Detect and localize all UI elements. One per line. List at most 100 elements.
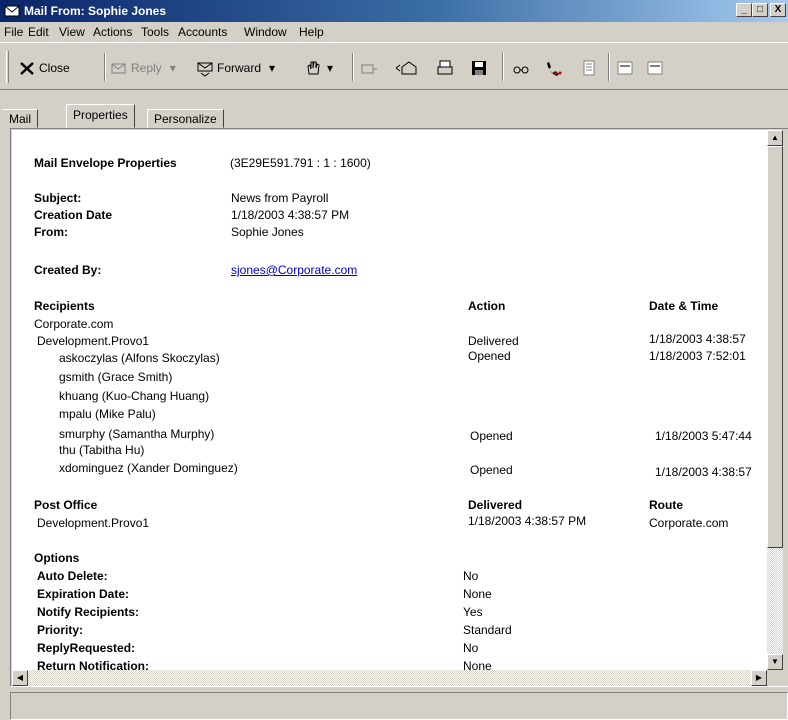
forward-dropdown-icon[interactable]: ▾ [269, 61, 275, 75]
find-button[interactable] [512, 57, 533, 79]
scroll-up-arrow-icon[interactable]: ▲ [767, 130, 783, 146]
route-header: Route [649, 498, 683, 512]
option-label: Priority: [37, 623, 84, 637]
vertical-scroll-thumb[interactable] [767, 146, 783, 548]
toolbar: Close Reply ▾ Forward ▾ ▾ [0, 42, 788, 90]
view-button-1[interactable] [616, 57, 637, 79]
recipient-name: xdominguez (Xander Dominguez) [59, 461, 238, 475]
created-by-label: Created By: [34, 263, 102, 277]
move-button[interactable] [360, 57, 381, 79]
view-button-2[interactable] [646, 57, 667, 79]
notes-button[interactable] [580, 57, 601, 79]
recipient-action: Opened [468, 349, 511, 363]
reply-dropdown-icon[interactable]: ▾ [170, 61, 176, 75]
recipient-name: thu (Tabitha Hu) [59, 443, 145, 457]
recipient-action: Delivered [468, 334, 519, 348]
route-value: Corporate.com [649, 516, 729, 530]
tab-properties[interactable]: Properties [66, 104, 135, 128]
toolbar-separator [608, 53, 610, 81]
minimize-button[interactable]: _ [736, 3, 752, 17]
recipient-action: Opened [470, 429, 513, 443]
menu-accounts[interactable]: Accounts [178, 25, 227, 39]
mail-app-icon [4, 5, 20, 17]
option-label: Expiration Date: [37, 587, 130, 601]
window-title: Mail From: Sophie Jones [24, 4, 167, 18]
recipients-header: Recipients [34, 299, 95, 313]
tab-mail[interactable]: Mail [2, 109, 39, 128]
option-label: Return Notification: [37, 659, 149, 670]
menu-file[interactable]: File [4, 25, 23, 39]
scroll-right-arrow-icon[interactable]: ▶ [751, 670, 767, 686]
print-button[interactable] [436, 57, 457, 79]
recipient-name: Development.Provo1 [37, 334, 150, 348]
creation-date-label: Creation Date [34, 208, 113, 222]
from-label: From: [34, 225, 68, 239]
recipient-name: mpalu (Mike Palu) [59, 407, 156, 421]
post-office-value: Development.Provo1 [37, 516, 150, 530]
vertical-scrollbar[interactable]: ▲ ▼ [767, 130, 783, 670]
phone-icon [547, 62, 562, 76]
options-heading: Options [34, 551, 80, 565]
window-icon [617, 61, 633, 75]
close-button[interactable]: Close [18, 57, 70, 79]
toolbar-separator [352, 53, 354, 81]
menu-tools[interactable]: Tools [141, 25, 169, 39]
open-envelope-icon [395, 61, 417, 75]
datetime-header: Date & Time [649, 299, 719, 313]
printer-icon [437, 60, 453, 75]
horizontal-scrollbar[interactable]: ◀ ▶ [12, 670, 767, 686]
option-label: Auto Delete: [37, 569, 108, 583]
properties-panel: Mail Envelope Properties (3E29E591.791 :… [10, 128, 788, 687]
scroll-left-arrow-icon[interactable]: ◀ [12, 670, 28, 686]
recipient-action: Opened [470, 463, 513, 477]
option-value: No [463, 641, 479, 655]
menu-bar: File Edit View Actions Tools Accounts Wi… [0, 22, 788, 42]
reply-button[interactable]: Reply ▾ [110, 57, 176, 79]
menu-window[interactable]: Window [244, 25, 287, 39]
status-bar [10, 692, 788, 720]
delivered-header: Delivered [468, 498, 523, 512]
option-value: None [463, 587, 492, 601]
subject-label: Subject: [34, 191, 82, 205]
save-button[interactable] [470, 57, 491, 79]
menu-actions[interactable]: Actions [93, 25, 132, 39]
notebook-icon [583, 60, 595, 76]
toolbar-grip[interactable] [6, 51, 9, 83]
close-window-button[interactable]: X [770, 3, 786, 17]
delivered-value: 1/18/2003 4:38:57 PM [468, 514, 587, 528]
created-by-email-link[interactable]: sjones@Corporate.com [231, 263, 357, 277]
scroll-down-arrow-icon[interactable]: ▼ [767, 654, 783, 670]
menu-edit[interactable]: Edit [28, 25, 49, 39]
recipient-datetime: 1/18/2003 4:38:57 [649, 332, 746, 346]
forward-icon [197, 62, 213, 77]
subject-value: News from Payroll [231, 191, 329, 205]
tab-strip: Mail Properties Personalize [0, 90, 788, 128]
recipient-name: Corporate.com [34, 317, 114, 331]
post-office-header: Post Office [34, 498, 98, 512]
recipient-datetime: 1/18/2003 7:52:01 [649, 349, 746, 363]
tab-personalize[interactable]: Personalize [147, 109, 224, 128]
option-label: Notify Recipients: [37, 605, 140, 619]
option-label: ReplyRequested: [37, 641, 136, 655]
address-book-button[interactable] [544, 57, 565, 79]
toolbar-separator [104, 53, 106, 81]
delete-dropdown-icon[interactable]: ▾ [327, 61, 333, 75]
forward-button-label: Forward [217, 61, 262, 75]
forward-button[interactable]: Forward ▾ [196, 57, 275, 79]
reply-button-label: Reply [131, 61, 162, 75]
close-button-label: Close [39, 61, 70, 75]
recipient-name: smurphy (Samantha Murphy) [59, 427, 215, 441]
option-value: Standard [463, 623, 512, 637]
recipient-name: askoczylas (Alfons Skoczylas) [59, 351, 220, 365]
maximize-button[interactable]: □ [752, 3, 768, 17]
previous-button[interactable] [394, 57, 423, 79]
recipient-datetime: 1/18/2003 5:47:44 [655, 429, 752, 443]
recipient-name: gsmith (Grace Smith) [59, 370, 173, 384]
delete-button[interactable]: ▾ [304, 57, 333, 79]
menu-help[interactable]: Help [299, 25, 324, 39]
recipient-name: khuang (Kuo-Chang Huang) [59, 389, 210, 403]
envelope-id: (3E29E591.791 : 1 : 1600) [230, 156, 371, 170]
title-bar[interactable]: Mail From: Sophie Jones _ □ X [0, 0, 788, 22]
from-value: Sophie Jones [231, 225, 304, 239]
menu-view[interactable]: View [59, 25, 85, 39]
